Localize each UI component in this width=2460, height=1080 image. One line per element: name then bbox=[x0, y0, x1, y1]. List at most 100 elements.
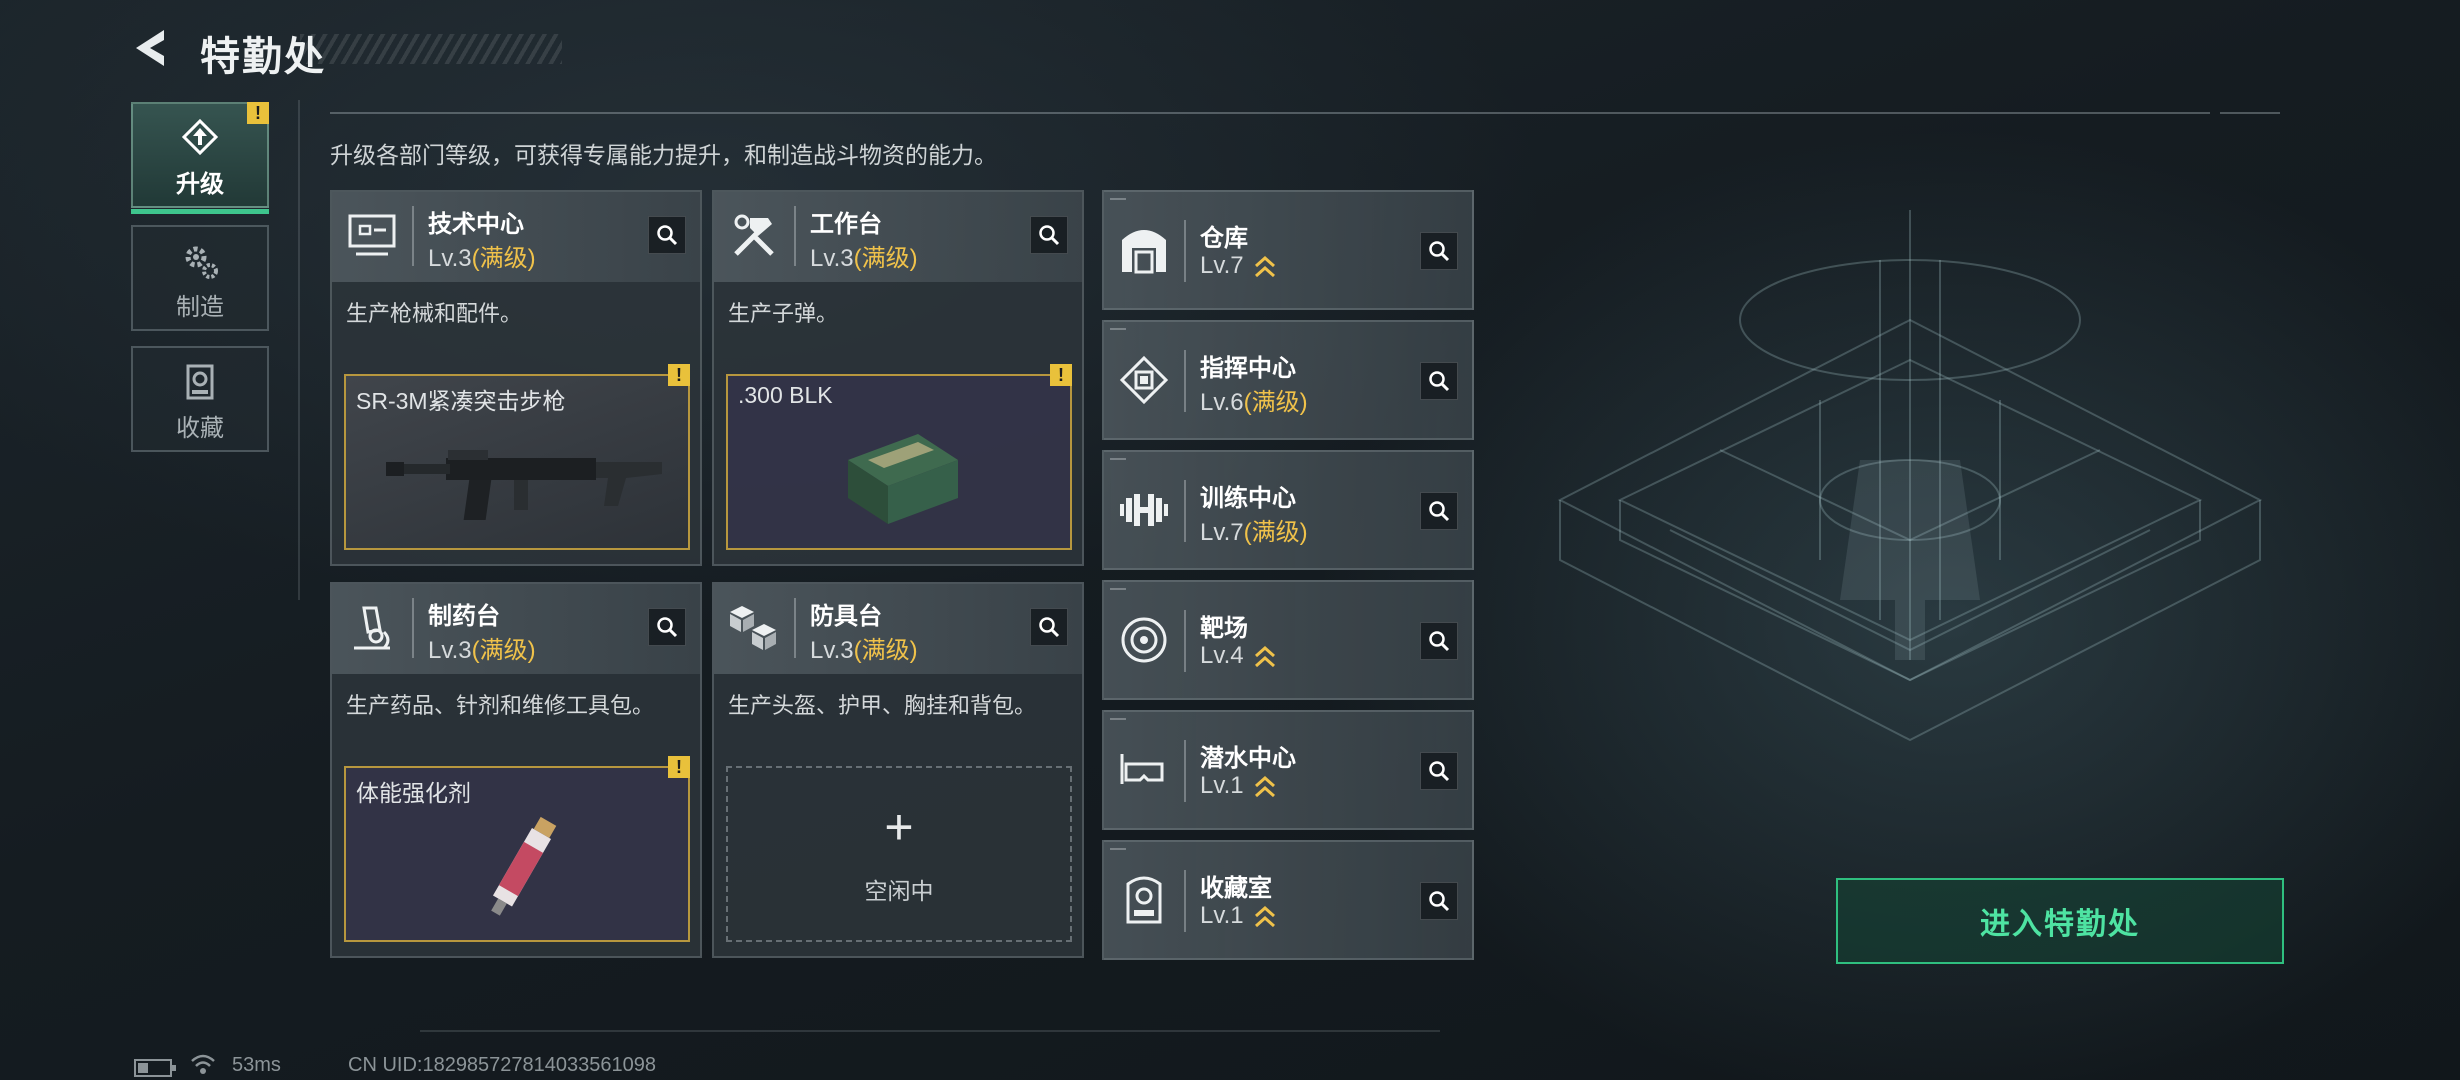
maxed-tag: (满级) bbox=[853, 637, 918, 664]
divider bbox=[1184, 350, 1186, 412]
maxed-tag: (满级) bbox=[1243, 389, 1308, 416]
product-slot[interactable]: .300 BLK ! bbox=[726, 364, 1072, 550]
inspect-button[interactable] bbox=[1420, 492, 1458, 530]
product-name: SR-3M紧凑突击步枪 bbox=[356, 388, 566, 414]
title-decoration bbox=[300, 34, 562, 64]
inspect-button[interactable] bbox=[1420, 752, 1458, 790]
divider bbox=[1184, 220, 1186, 282]
dept-name: 指挥中心 bbox=[1200, 355, 1296, 382]
tab-craft-label: 制造 bbox=[176, 294, 224, 321]
warehouse-icon bbox=[1122, 230, 1166, 274]
divider bbox=[298, 100, 300, 600]
upgrade-available-icon bbox=[1255, 255, 1276, 277]
divider bbox=[794, 206, 796, 266]
page-description: 升级各部门等级，可获得专属能力提升，和制造战斗物资的能力。 bbox=[330, 142, 997, 168]
divider bbox=[420, 1030, 1440, 1032]
card-header: 技术中心 Lv.3(满级) bbox=[332, 192, 700, 282]
inspect-button[interactable] bbox=[648, 216, 686, 254]
dept-card-tech-center[interactable]: 技术中心 Lv.3(满级) 生产枪械和配件。 SR-3M紧凑突击步枪 ! bbox=[330, 190, 702, 566]
divider bbox=[2220, 112, 2280, 114]
dept-name: 制药台 bbox=[428, 603, 500, 630]
dept-description: 生产枪械和配件。 bbox=[346, 301, 523, 326]
inspect-button[interactable] bbox=[1420, 232, 1458, 270]
enter-button-label: 进入特勤处 bbox=[1980, 908, 2140, 941]
warning-badge: ! bbox=[668, 756, 690, 778]
inspect-button[interactable] bbox=[1420, 622, 1458, 660]
dept-level: Lv.7(满级) bbox=[1200, 512, 1308, 547]
dept-card-training-center[interactable]: 训练中心 Lv.7(满级) bbox=[1102, 450, 1474, 570]
enter-special-ops-button[interactable]: 进入特勤处 bbox=[1836, 878, 2284, 964]
inspect-button[interactable] bbox=[1420, 362, 1458, 400]
divider bbox=[412, 598, 414, 658]
dept-card-workbench[interactable]: 工作台 Lv.3(满级) 生产子弹。 .300 BLK ! bbox=[712, 190, 1084, 566]
tab-upgrade[interactable]: 升级 ! bbox=[131, 102, 269, 214]
divider bbox=[1184, 610, 1186, 672]
warning-badge: ! bbox=[1050, 364, 1072, 386]
dept-card-warehouse[interactable]: 仓库 Lv.7 bbox=[1102, 190, 1474, 310]
divider bbox=[1184, 870, 1186, 932]
dept-name: 潜水中心 bbox=[1200, 745, 1296, 772]
warning-badge: ! bbox=[247, 102, 269, 124]
inspect-button[interactable] bbox=[1030, 216, 1068, 254]
ping-readout: 53ms bbox=[232, 1054, 281, 1076]
maxed-tag: (满级) bbox=[1243, 519, 1308, 546]
dept-level: Lv.3(满级) bbox=[428, 238, 536, 273]
tab-craft[interactable]: 制造 bbox=[131, 225, 269, 331]
dept-level: Lv.3(满级) bbox=[810, 238, 918, 273]
facility-hologram bbox=[1557, 210, 2263, 742]
inspect-button[interactable] bbox=[1030, 608, 1068, 646]
maxed-tag: (满级) bbox=[471, 245, 536, 272]
dept-level: Lv.3(满级) bbox=[428, 630, 536, 665]
dept-card-command-center[interactable]: 指挥中心 Lv.6(满级) bbox=[1102, 320, 1474, 440]
inspect-button[interactable] bbox=[648, 608, 686, 646]
maxed-tag: (满级) bbox=[853, 245, 918, 272]
dept-name: 技术中心 bbox=[428, 211, 524, 238]
dept-card-diving-center[interactable]: 潜水中心 Lv.1 bbox=[1102, 710, 1474, 830]
wifi-icon bbox=[191, 1054, 215, 1074]
diving-mask-icon bbox=[1120, 754, 1164, 784]
product-slot[interactable]: 体能强化剂 ! bbox=[344, 756, 690, 942]
level-value: Lv.3 bbox=[428, 245, 472, 272]
level-value: Lv.4 bbox=[1200, 642, 1244, 669]
search-icon bbox=[1429, 501, 1450, 522]
upgrade-available-icon bbox=[1255, 905, 1276, 927]
search-icon bbox=[1429, 631, 1450, 652]
level-value: Lv.1 bbox=[1200, 772, 1244, 799]
tab-collection[interactable]: 收藏 bbox=[131, 346, 269, 452]
search-icon bbox=[1429, 761, 1450, 782]
card-header: 制药台 Lv.3(满级) bbox=[332, 584, 700, 674]
dept-card-collection-room[interactable]: 收藏室 Lv.1 bbox=[1102, 840, 1474, 960]
product-slot[interactable]: SR-3M紧凑突击步枪 ! bbox=[344, 364, 690, 550]
level-value: Lv.3 bbox=[810, 245, 854, 272]
level-value: Lv.6 bbox=[1200, 389, 1244, 416]
dumbbell-icon bbox=[1120, 494, 1168, 526]
divider bbox=[1184, 740, 1186, 802]
dept-name: 防具台 bbox=[810, 603, 882, 630]
dept-level: Lv.4 bbox=[1200, 642, 1276, 670]
inspect-button[interactable] bbox=[1420, 882, 1458, 920]
search-icon bbox=[1429, 891, 1450, 912]
empty-craft-slot[interactable]: + 空闲中 bbox=[726, 766, 1072, 942]
dept-name: 工作台 bbox=[810, 211, 882, 238]
dept-description: 生产头盔、护甲、胸挂和背包。 bbox=[728, 693, 1037, 718]
level-value: Lv.7 bbox=[1200, 252, 1244, 279]
dept-name: 收藏室 bbox=[1200, 875, 1272, 902]
product-name: .300 BLK bbox=[738, 382, 833, 408]
dept-card-shooting-range[interactable]: 靶场 Lv.4 bbox=[1102, 580, 1474, 700]
page-title: 特勤处 bbox=[200, 35, 326, 79]
target-icon bbox=[1121, 617, 1167, 663]
level-value: Lv.3 bbox=[428, 637, 472, 664]
search-icon bbox=[1429, 241, 1450, 262]
dept-name: 靶场 bbox=[1200, 615, 1248, 642]
collection-icon bbox=[186, 364, 214, 400]
search-icon bbox=[1039, 225, 1060, 246]
user-uid: CN UID:1829857278140335610​98 bbox=[348, 1054, 657, 1076]
upgrade-icon bbox=[181, 118, 219, 156]
upgrade-available-icon bbox=[1255, 775, 1276, 797]
divider bbox=[794, 598, 796, 658]
dept-card-armor-bench[interactable]: 防具台 Lv.3(满级) 生产头盔、护甲、胸挂和背包。 + 空闲中 bbox=[712, 582, 1084, 958]
dept-card-pharmacy[interactable]: 制药台 Lv.3(满级) 生产药品、针剂和维修工具包。 体能强化剂 ! bbox=[330, 582, 702, 958]
search-icon bbox=[657, 617, 678, 638]
level-value: Lv.7 bbox=[1200, 519, 1244, 546]
back-arrow-icon[interactable] bbox=[130, 26, 174, 70]
